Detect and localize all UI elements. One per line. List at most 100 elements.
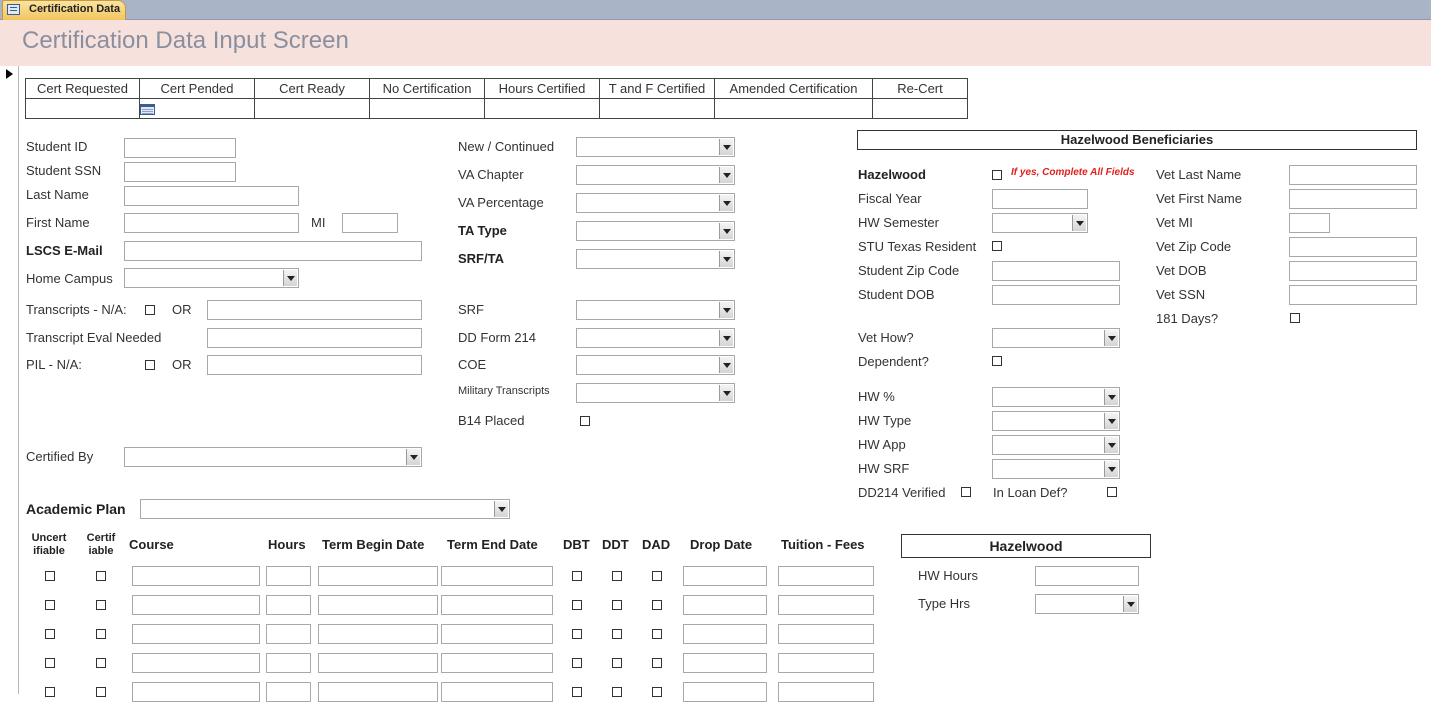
last-name-field[interactable]: [124, 186, 299, 206]
chevron-down-icon[interactable]: [494, 501, 508, 517]
hw-srf-combo[interactable]: [992, 459, 1120, 479]
tuition-fees-field[interactable]: [778, 566, 874, 586]
dbt-checkbox[interactable]: [572, 571, 582, 581]
ta-type-combo[interactable]: [576, 221, 735, 241]
type-hrs-combo[interactable]: [1035, 594, 1139, 614]
stu-texas-resident-checkbox[interactable]: [992, 241, 1002, 251]
student-zip-field[interactable]: [992, 261, 1120, 281]
transcripts-na-checkbox[interactable]: [145, 305, 155, 315]
tuition-fees-field[interactable]: [778, 624, 874, 644]
student-id-field[interactable]: [124, 138, 236, 158]
ddt-checkbox[interactable]: [612, 629, 622, 639]
chevron-down-icon[interactable]: [1104, 413, 1118, 429]
student-dob-field[interactable]: [992, 285, 1120, 305]
dbt-checkbox[interactable]: [572, 658, 582, 668]
ddt-checkbox[interactable]: [612, 600, 622, 610]
term-begin-field[interactable]: [318, 624, 438, 644]
dd214-verified-checkbox[interactable]: [961, 487, 971, 497]
student-ssn-field[interactable]: [124, 162, 236, 182]
certifiable-checkbox[interactable]: [96, 629, 106, 639]
in-loan-def-checkbox[interactable]: [1107, 487, 1117, 497]
uncertifiable-checkbox[interactable]: [45, 629, 55, 639]
certifiable-checkbox[interactable]: [96, 658, 106, 668]
certifiable-checkbox[interactable]: [96, 687, 106, 697]
uncertifiable-checkbox[interactable]: [45, 658, 55, 668]
chevron-down-icon[interactable]: [719, 139, 733, 155]
uncertifiable-checkbox[interactable]: [45, 571, 55, 581]
drop-date-field[interactable]: [683, 682, 767, 702]
cert-requested-field[interactable]: [25, 98, 140, 119]
vet-zip-field[interactable]: [1289, 237, 1417, 257]
drop-date-field[interactable]: [683, 653, 767, 673]
chevron-down-icon[interactable]: [719, 385, 733, 401]
chevron-down-icon[interactable]: [719, 302, 733, 318]
t-and-f-certified-field[interactable]: [599, 98, 715, 119]
new-continued-combo[interactable]: [576, 137, 735, 157]
home-campus-combo[interactable]: [124, 268, 299, 288]
amended-certification-field[interactable]: [714, 98, 873, 119]
ddt-checkbox[interactable]: [612, 658, 622, 668]
hazelwood-checkbox[interactable]: [992, 170, 1002, 180]
dd-form-214-combo[interactable]: [576, 328, 735, 348]
vet-how-combo[interactable]: [992, 328, 1120, 348]
term-end-field[interactable]: [441, 566, 553, 586]
dad-checkbox[interactable]: [652, 629, 662, 639]
hours-field[interactable]: [266, 682, 311, 702]
term-begin-field[interactable]: [318, 653, 438, 673]
uncertifiable-checkbox[interactable]: [45, 600, 55, 610]
term-end-field[interactable]: [441, 624, 553, 644]
hw-app-combo[interactable]: [992, 435, 1120, 455]
certifiable-checkbox[interactable]: [96, 600, 106, 610]
hw-semester-combo[interactable]: [992, 213, 1088, 233]
tuition-fees-field[interactable]: [778, 682, 874, 702]
email-field[interactable]: [124, 241, 422, 261]
record-selector[interactable]: [0, 66, 19, 694]
course-field[interactable]: [132, 624, 260, 644]
ddt-checkbox[interactable]: [612, 571, 622, 581]
hours-certified-field[interactable]: [484, 98, 600, 119]
course-field[interactable]: [132, 682, 260, 702]
dad-checkbox[interactable]: [652, 600, 662, 610]
dbt-checkbox[interactable]: [572, 629, 582, 639]
drop-date-field[interactable]: [683, 566, 767, 586]
chevron-down-icon[interactable]: [1072, 215, 1086, 231]
vet-last-name-field[interactable]: [1289, 165, 1417, 185]
chevron-down-icon[interactable]: [719, 251, 733, 267]
dependent-checkbox[interactable]: [992, 356, 1002, 366]
no-certification-field[interactable]: [369, 98, 485, 119]
days-181-checkbox[interactable]: [1290, 313, 1300, 323]
academic-plan-combo[interactable]: [140, 499, 510, 519]
drop-date-field[interactable]: [683, 595, 767, 615]
chevron-down-icon[interactable]: [283, 270, 297, 286]
vet-ssn-field[interactable]: [1289, 285, 1417, 305]
chevron-down-icon[interactable]: [1104, 330, 1118, 346]
certifiable-checkbox[interactable]: [96, 571, 106, 581]
va-chapter-combo[interactable]: [576, 165, 735, 185]
srf-combo[interactable]: [576, 300, 735, 320]
chevron-down-icon[interactable]: [719, 195, 733, 211]
hours-field[interactable]: [266, 566, 311, 586]
tab-certification-data[interactable]: Certification Data: [2, 0, 126, 20]
hw-type-combo[interactable]: [992, 411, 1120, 431]
vet-first-name-field[interactable]: [1289, 189, 1417, 209]
chevron-down-icon[interactable]: [1104, 389, 1118, 405]
fiscal-year-field[interactable]: [992, 189, 1088, 209]
chevron-down-icon[interactable]: [719, 330, 733, 346]
calendar-icon[interactable]: [140, 104, 155, 116]
hours-field[interactable]: [266, 595, 311, 615]
chevron-down-icon[interactable]: [719, 357, 733, 373]
tuition-fees-field[interactable]: [778, 595, 874, 615]
mi-field[interactable]: [342, 213, 398, 233]
re-cert-field[interactable]: [872, 98, 968, 119]
ddt-checkbox[interactable]: [612, 687, 622, 697]
term-end-field[interactable]: [441, 595, 553, 615]
cert-pended-field[interactable]: [139, 98, 255, 119]
term-begin-field[interactable]: [318, 595, 438, 615]
course-field[interactable]: [132, 595, 260, 615]
hours-field[interactable]: [266, 653, 311, 673]
term-end-field[interactable]: [441, 653, 553, 673]
dad-checkbox[interactable]: [652, 658, 662, 668]
chevron-down-icon[interactable]: [719, 167, 733, 183]
vet-dob-field[interactable]: [1289, 261, 1417, 281]
b14-placed-checkbox[interactable]: [580, 416, 590, 426]
